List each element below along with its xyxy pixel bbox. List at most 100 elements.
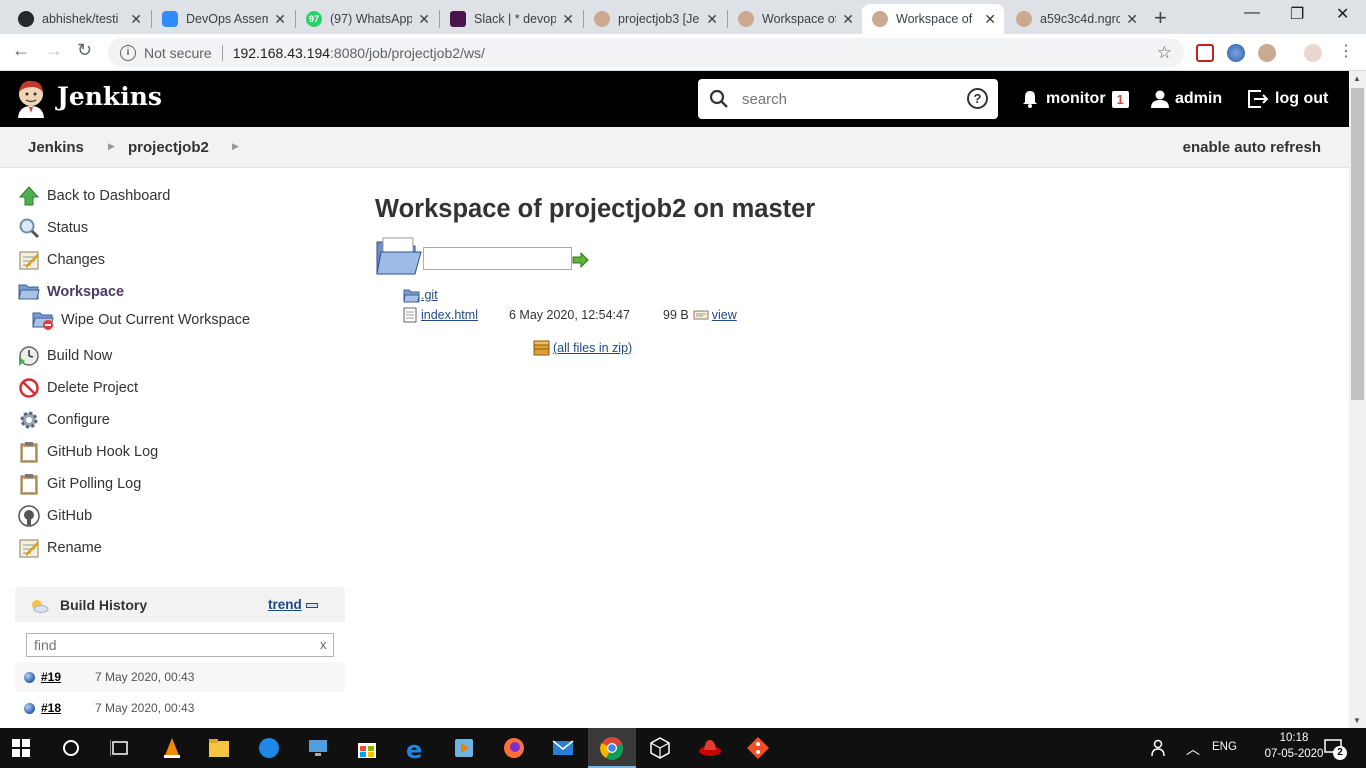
file-date: 6 May 2020, 12:54:47 — [509, 308, 630, 322]
minimize-icon[interactable]: — — [1244, 4, 1260, 22]
help-icon[interactable]: ? — [967, 88, 988, 109]
file-explorer-icon[interactable] — [207, 736, 231, 760]
scrollbar-thumb[interactable] — [1351, 88, 1364, 400]
browser-tab[interactable]: Workspace of p ✕ — [728, 4, 862, 34]
extension-globe-icon[interactable] — [1227, 44, 1245, 62]
safari-icon[interactable] — [257, 736, 281, 760]
enable-auto-refresh-link[interactable]: enable auto refresh — [1183, 139, 1321, 156]
workspace-path-input[interactable] — [423, 247, 572, 270]
restore-icon[interactable]: ❐ — [1290, 4, 1304, 24]
build-row[interactable]: #19 7 May 2020, 00:43 — [15, 662, 345, 692]
close-icon[interactable]: ✕ — [706, 11, 718, 28]
close-icon[interactable]: ✕ — [984, 11, 996, 28]
input-language[interactable]: ENG — [1212, 741, 1237, 753]
sidebar-item-build-now[interactable]: Build Now — [18, 344, 112, 368]
firefox-icon[interactable] — [502, 736, 526, 760]
view-link[interactable]: view — [712, 308, 737, 322]
collapse-icon[interactable] — [306, 603, 318, 608]
mail-icon[interactable] — [551, 736, 575, 760]
menu-kebab-icon[interactable]: ⋮ — [1338, 41, 1354, 61]
build-row[interactable]: #18 7 May 2020, 00:43 — [15, 693, 345, 723]
monitor-link[interactable]: monitor 1 — [1020, 89, 1129, 109]
close-icon[interactable]: ✕ — [1126, 11, 1138, 28]
sidebar-item-back-to-dashboard[interactable]: Back to Dashboard — [18, 184, 170, 208]
file-link-index-html[interactable]: index.html — [421, 308, 509, 322]
sidebar-item-configure[interactable]: Configure — [18, 408, 110, 432]
go-arrow-icon[interactable] — [572, 252, 589, 268]
sidebar-item-git-polling-log[interactable]: Git Polling Log — [18, 472, 141, 496]
clock-time[interactable]: 10:18 — [1260, 732, 1328, 744]
user-icon — [1151, 90, 1169, 108]
security-label: Not secure — [144, 44, 212, 61]
chevron-up-icon[interactable]: ︿ — [1186, 739, 1200, 759]
clock-date[interactable]: 07-05-2020 — [1260, 748, 1328, 760]
browser-tab[interactable]: a59c3c4d.ngro ✕ — [1006, 4, 1146, 34]
sidebar-item-delete-project[interactable]: Delete Project — [18, 376, 138, 400]
sidebar-item-label: GitHub Hook Log — [47, 444, 159, 460]
breadcrumb-item-jenkins[interactable]: Jenkins — [28, 139, 84, 156]
close-icon[interactable]: ✕ — [842, 11, 854, 28]
chevron-right-icon[interactable]: ▶ — [232, 141, 239, 152]
windows-start-icon[interactable] — [12, 739, 30, 757]
browser-tab[interactable]: 97 (97) WhatsApp ✕ — [296, 4, 438, 34]
browser-tab[interactable]: projectjob3 [Je ✕ — [584, 4, 726, 34]
sidebar-item-workspace[interactable]: Workspace — [18, 280, 124, 304]
browser-tab[interactable]: DevOps Assem ✕ — [152, 4, 294, 34]
browser-tab[interactable]: Slack | * devop ✕ — [440, 4, 582, 34]
close-icon[interactable]: ✕ — [418, 11, 430, 28]
sidebar-item-label: Delete Project — [47, 380, 139, 396]
build-filter-input[interactable] — [26, 633, 334, 657]
sidebar-item-status[interactable]: Status — [18, 216, 88, 240]
sidebar-item-github-hook-log[interactable]: GitHub Hook Log — [18, 440, 158, 464]
git-icon[interactable] — [746, 736, 770, 760]
people-icon[interactable] — [1150, 738, 1170, 758]
close-icon[interactable]: ✕ — [274, 11, 286, 28]
sidebar-item-github[interactable]: GitHub — [18, 504, 92, 528]
chevron-right-icon[interactable]: ▶ — [108, 141, 115, 152]
new-tab-button[interactable]: + — [1154, 5, 1167, 31]
media-player-icon[interactable] — [452, 736, 476, 760]
store-icon[interactable] — [355, 736, 379, 760]
url-field[interactable]: i Not secure 192.168.43.194:8080/job/pro… — [108, 38, 1184, 67]
redhat-icon[interactable] — [698, 736, 722, 760]
back-arrow-icon[interactable]: ← — [12, 40, 30, 61]
sidebar-item-rename[interactable]: Rename — [18, 536, 102, 560]
build-number-link[interactable]: #19 — [41, 670, 95, 684]
all-files-zip-link[interactable]: (all files in zip) — [553, 341, 632, 355]
user-link[interactable]: admin — [1150, 89, 1222, 109]
vlc-icon[interactable] — [160, 736, 184, 760]
close-icon[interactable]: ✕ — [562, 11, 574, 28]
trend-link[interactable]: trend — [268, 597, 302, 612]
jenkins-brand[interactable]: Jenkins — [57, 82, 162, 111]
logout-link[interactable]: log out — [1247, 89, 1328, 109]
forward-arrow-icon[interactable]: → — [45, 40, 63, 61]
sidebar-item-wipe-out-workspace[interactable]: Wipe Out Current Workspace — [32, 308, 250, 332]
clear-filter-button[interactable]: x — [320, 637, 327, 652]
jenkins-extension-icon[interactable] — [1258, 44, 1276, 62]
profile-avatar[interactable] — [1304, 44, 1322, 62]
sidebar-item-changes[interactable]: Changes — [18, 248, 105, 272]
breadcrumb-item-project[interactable]: projectjob2 — [128, 139, 209, 156]
info-icon[interactable]: i — [120, 44, 136, 61]
browser-tab-active[interactable]: Workspace of ✕ — [862, 4, 1004, 34]
window-close-icon[interactable]: ✕ — [1336, 4, 1349, 24]
computer-icon[interactable] — [306, 736, 330, 760]
close-icon[interactable]: ✕ — [130, 11, 142, 28]
reload-icon[interactable]: ↻ — [77, 40, 92, 61]
edge-icon[interactable]: e — [404, 736, 428, 760]
bookmark-star-icon[interactable]: ☆ — [1157, 43, 1172, 63]
jenkins-logo-icon[interactable] — [15, 80, 47, 118]
browser-tab[interactable]: abhishek/testi ✕ — [8, 4, 150, 34]
sidebar-item-label: Build Now — [47, 348, 113, 364]
chrome-taskbar-active[interactable] — [588, 728, 636, 768]
virtualbox-icon[interactable] — [648, 736, 672, 760]
file-link-git[interactable]: .git — [421, 288, 438, 302]
search-icon[interactable] — [62, 739, 80, 757]
extension-icon[interactable] — [1196, 44, 1214, 62]
build-number-link[interactable]: #18 — [41, 701, 95, 715]
task-view-icon[interactable] — [110, 739, 130, 757]
scroll-down-arrow-icon[interactable]: ▼ — [1353, 716, 1361, 725]
scroll-up-arrow-icon[interactable]: ▲ — [1353, 74, 1361, 83]
search-input[interactable] — [742, 90, 962, 108]
svg-text:e: e — [406, 736, 422, 760]
